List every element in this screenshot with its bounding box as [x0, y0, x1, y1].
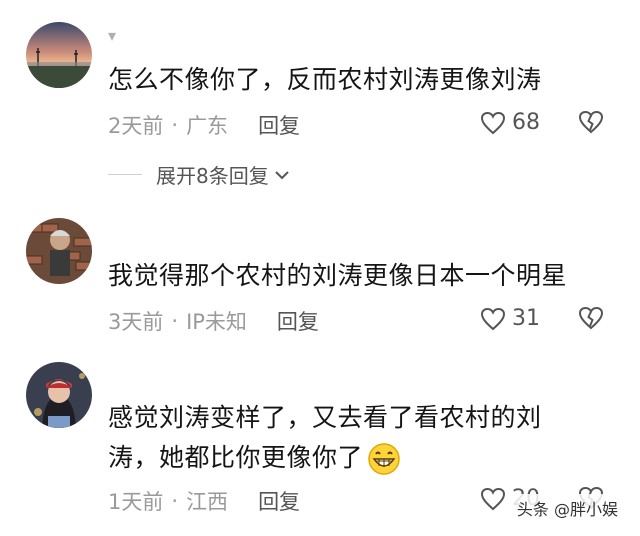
comment-text: 感觉刘涛变样了，又去看了看农村的刘 涛，她都比你更像你了: [108, 398, 598, 478]
comment-location: 江西: [186, 490, 229, 514]
like-count: 68: [512, 110, 540, 135]
expand-label: 展开8条回复: [156, 164, 269, 188]
reply-button[interactable]: 回复: [258, 486, 300, 516]
separator-dot: ·: [171, 489, 179, 513]
comment-text: 我觉得那个农村的刘涛更像日本一个明星: [108, 261, 568, 290]
expand-replies-button[interactable]: 展开8条回复: [108, 160, 291, 189]
separator-dot: ·: [171, 113, 179, 137]
comment-text: 怎么不像你了，反而农村刘涛更像刘涛: [108, 65, 542, 94]
comment-meta: 3天前 · IP未知 回复: [108, 306, 319, 336]
comment-time: 3天前: [108, 310, 164, 334]
dislike-button[interactable]: [578, 110, 604, 138]
reply-button[interactable]: 回复: [258, 110, 300, 140]
watermark: 头条 @胖小娱: [512, 494, 622, 522]
username[interactable]: ▾: [108, 26, 116, 45]
heart-icon: [480, 111, 506, 134]
divider-line: [108, 174, 142, 175]
avatar[interactable]: [26, 218, 92, 284]
reply-button[interactable]: 回复: [277, 306, 319, 336]
broken-heart-icon: [578, 306, 604, 330]
comment-text-line2: 涛，她都比你更像你了: [108, 443, 364, 472]
heart-icon: [480, 307, 506, 330]
chevron-down-icon: [275, 170, 289, 179]
comment-time: 2天前: [108, 114, 164, 138]
separator-dot: ·: [171, 309, 179, 333]
grin-emoji-icon: [368, 443, 400, 475]
broken-heart-icon: [578, 110, 604, 134]
avatar-child-bricks-image: [26, 218, 92, 284]
dislike-button[interactable]: [578, 306, 604, 334]
comment-meta: 1天前 · 江西 回复: [108, 486, 300, 516]
heart-icon: [480, 487, 506, 510]
comment-location: IP未知: [186, 310, 247, 334]
avatar-girl-red-cap-image: [26, 362, 92, 428]
comment-text-line2-wrap: 涛，她都比你更像你了: [108, 438, 598, 478]
avatar[interactable]: [26, 22, 92, 88]
avatar-sunset-image: [26, 22, 92, 88]
like-button[interactable]: 31: [480, 306, 540, 331]
avatar[interactable]: [26, 362, 92, 428]
like-count: 31: [512, 306, 540, 331]
comment-location: 广东: [186, 114, 229, 138]
like-button[interactable]: 68: [480, 110, 540, 135]
comment-meta: 2天前 · 广东 回复: [108, 110, 300, 140]
comment-text-line1: 感觉刘涛变样了，又去看了看农村的刘: [108, 403, 542, 432]
comment-time: 1天前: [108, 490, 164, 514]
